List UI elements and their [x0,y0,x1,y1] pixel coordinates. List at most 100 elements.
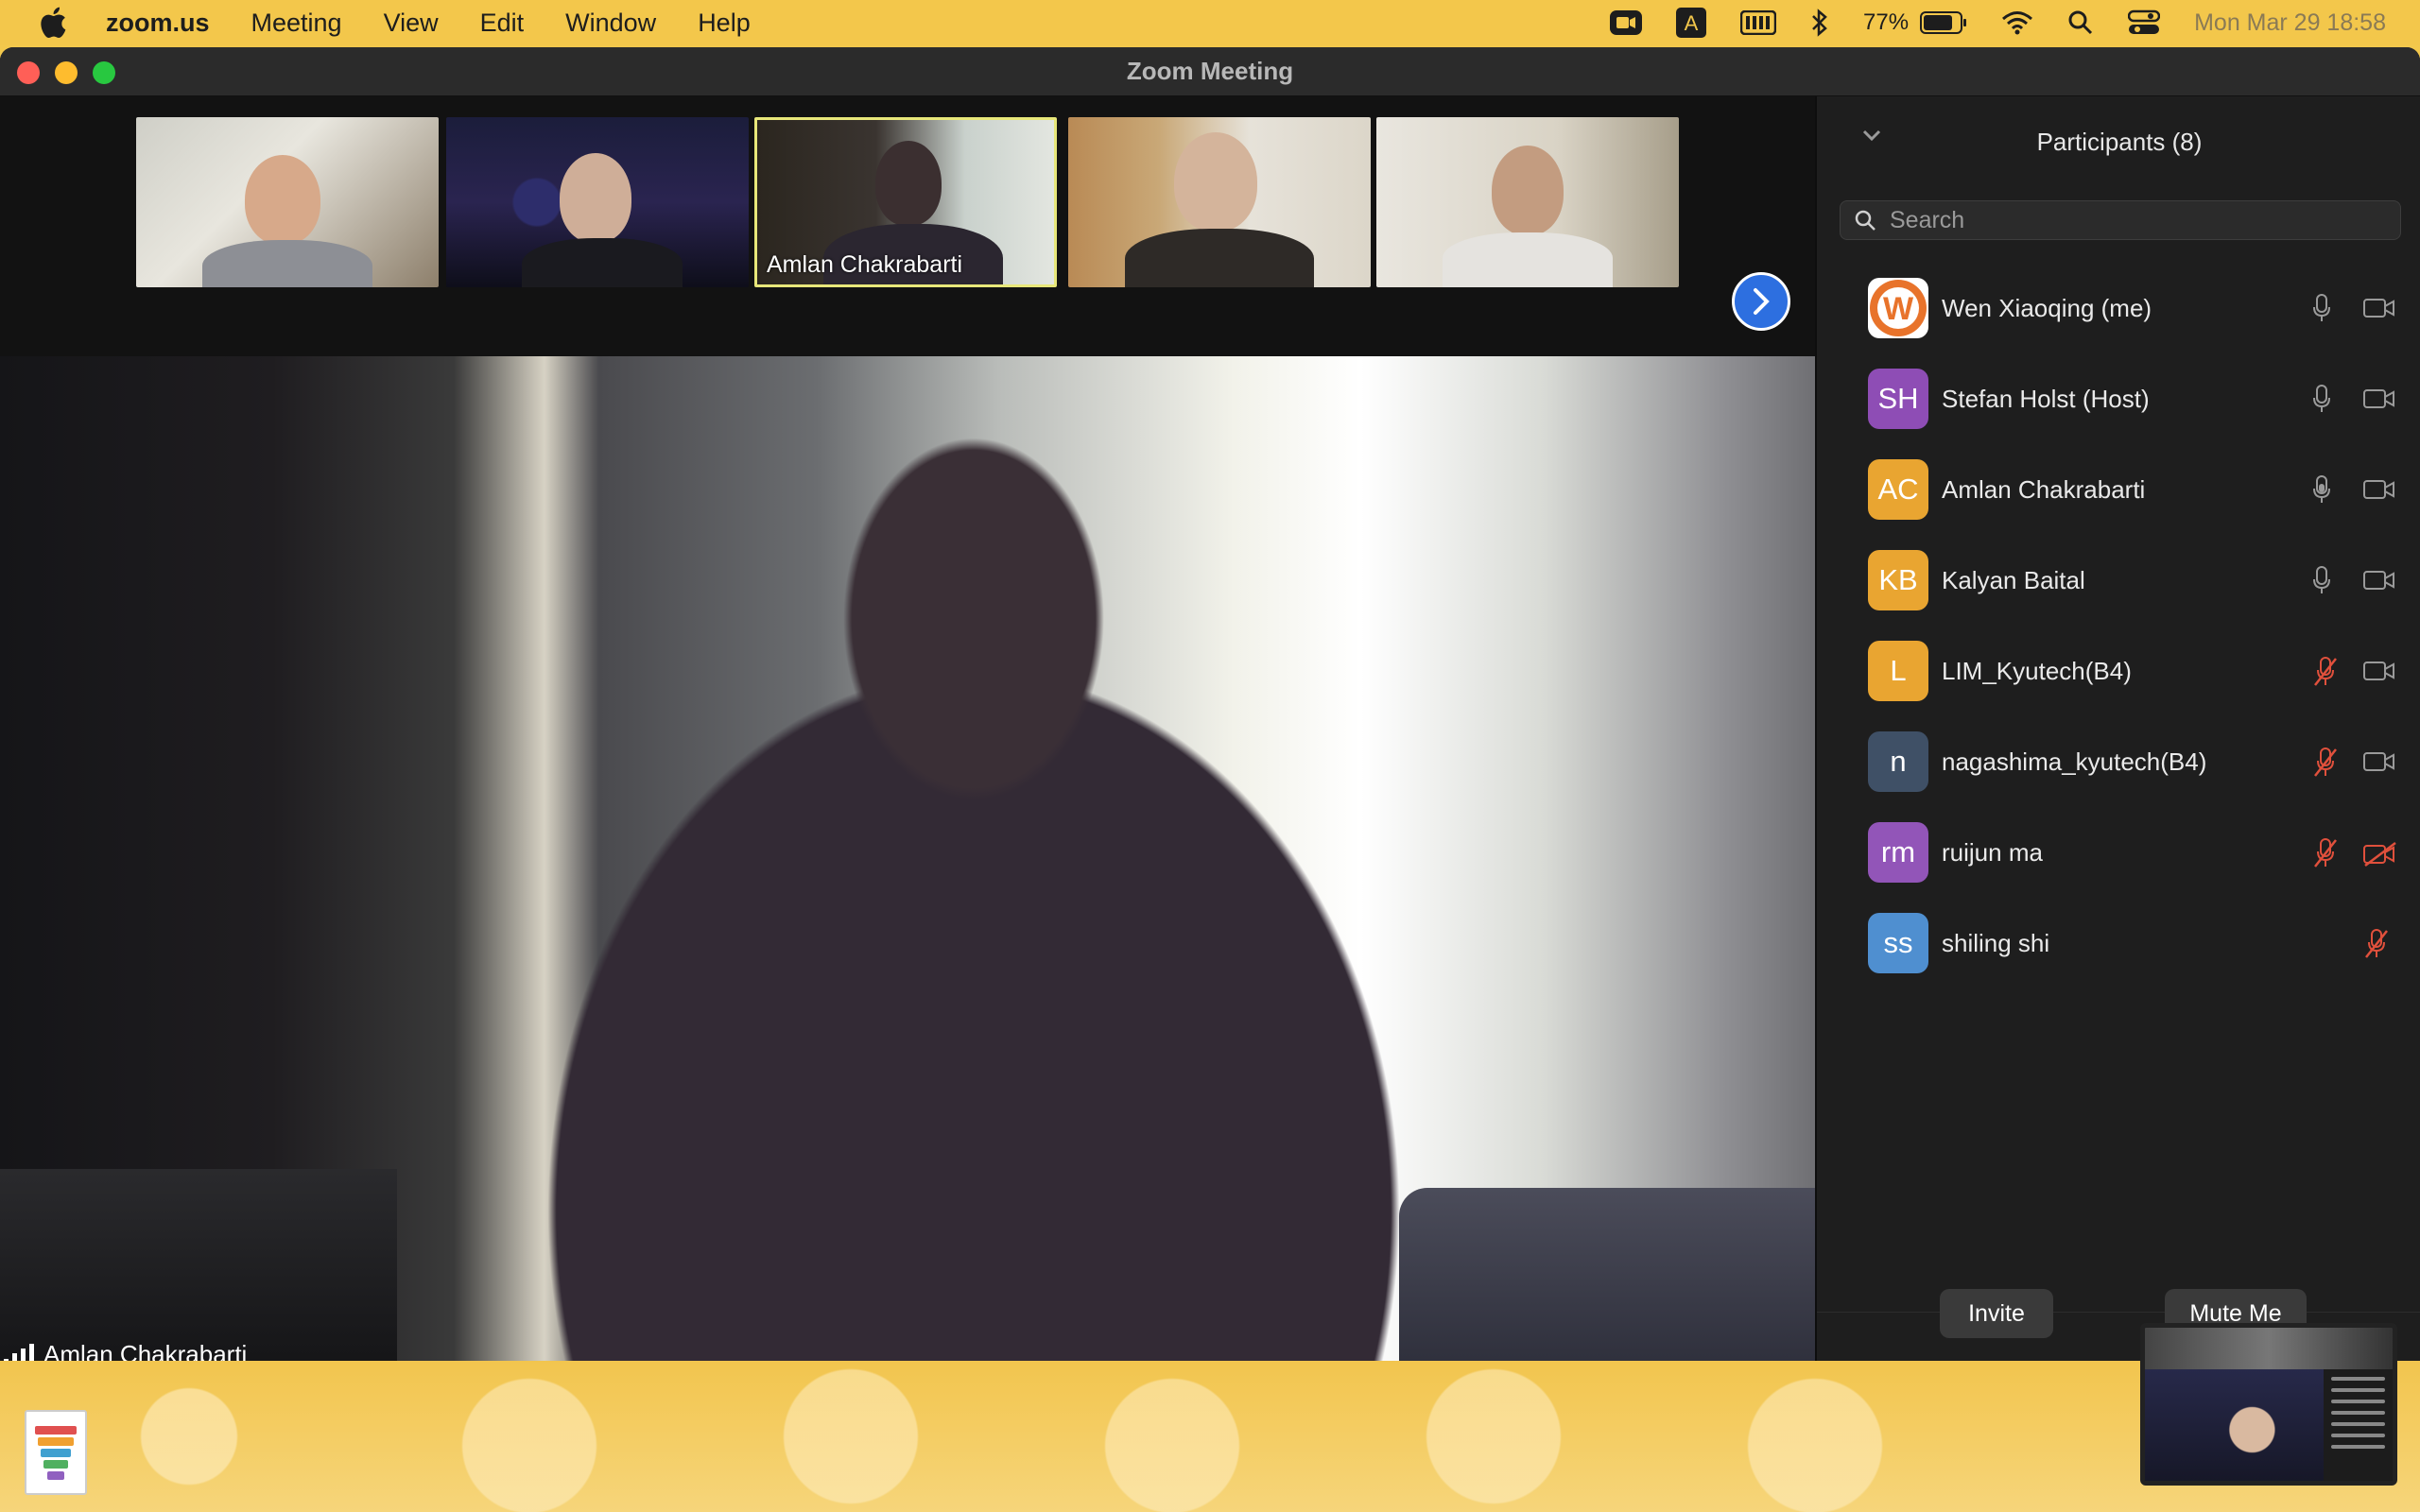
status-area: A 77% Mon Mar 29 18:58 [1610,8,2386,38]
search-input[interactable] [1890,206,2381,234]
fullscreen-window-button[interactable] [93,61,115,84]
participant-body [1443,232,1613,287]
participant-face [875,141,942,226]
video-thumbnail-active[interactable]: Amlan Chakrabarti [754,117,1057,287]
participant-face [1492,146,1564,235]
microphone-muted-icon[interactable] [2312,747,2339,779]
thumbnail-strip: Amlan Chakrabarti [0,96,1815,356]
video-area: Amlan Chakrabarti Amlan Chakrabarti [0,96,1815,1361]
active-speaker-video[interactable] [0,356,1815,1361]
wifi-icon[interactable] [2001,10,2033,35]
participant-search[interactable] [1840,200,2401,240]
menu-window[interactable]: Window [565,9,656,38]
video-camera-icon[interactable] [2363,297,2395,319]
title-bar[interactable]: Zoom Meeting [0,47,2420,96]
battery-icon[interactable] [1920,11,1967,34]
svg-text:W: W [1883,291,1914,327]
close-window-button[interactable] [17,61,40,84]
desktop-file-icon[interactable] [25,1410,87,1495]
microphone-muted-icon[interactable] [2363,928,2390,960]
participant-face [1174,132,1257,232]
speaker-name: Amlan Chakrabarti [43,1340,248,1361]
video-thumbnail[interactable] [1068,117,1371,287]
keyboard-icon[interactable] [1740,10,1777,35]
video-thumbnail[interactable] [136,117,439,287]
control-center-icon[interactable] [2128,9,2161,36]
menu-clock[interactable]: Mon Mar 29 18:58 [2194,9,2386,37]
participant-name: shiling shi [1942,928,2050,957]
file-preview-bar [43,1459,68,1469]
microphone-muted-icon[interactable] [2312,837,2339,869]
minimize-window-button[interactable] [55,61,78,84]
participant-name: Kalyan Baital [1942,565,2085,594]
zoom-status-icon[interactable] [1610,9,1643,37]
participant-row[interactable]: ss shiling shi [1817,898,2420,988]
participant-row[interactable]: L LIM_Kyutech(B4) [1817,626,2420,716]
participant-row[interactable]: W Wen Xiaoqing (me) [1817,263,2420,353]
menu-meeting[interactable]: Meeting [251,9,342,38]
preview-main-video [2145,1369,2324,1481]
participant-body [1125,229,1314,287]
preview-participant-list [2323,1369,2393,1481]
participant-name: Wen Xiaoqing (me) [1942,293,2152,322]
window-controls [17,61,115,84]
avatar: ss [1868,913,1928,973]
chevron-down-icon[interactable] [1860,127,1883,144]
file-preview-bar [41,1448,71,1457]
input-source-icon[interactable]: A [1676,8,1707,38]
invite-button[interactable]: Invite [1940,1289,2053,1338]
bluetooth-icon[interactable] [1810,9,1829,37]
video-camera-icon[interactable] [2363,660,2395,682]
video-thumbnail[interactable] [1376,117,1679,287]
microphone-icon[interactable] [2312,293,2331,323]
floating-video-preview[interactable] [2140,1323,2397,1486]
avatar: AC [1868,459,1928,520]
participant-face [245,155,320,245]
participant-row[interactable]: n nagashima_kyutech(B4) [1817,716,2420,807]
avatar: n [1868,731,1928,792]
video-camera-icon[interactable] [2363,750,2395,773]
file-preview-bar [38,1436,74,1446]
apple-icon[interactable] [36,4,74,42]
speaker-figure [359,432,1588,1361]
menu-help[interactable]: Help [698,9,751,38]
avatar: L [1868,641,1928,701]
thumbnail-name-label: Amlan Chakrabarti [767,251,963,278]
preview-thumbnail-strip [2145,1328,2393,1369]
participant-name: Amlan Chakrabarti [1942,474,2146,504]
menu-bar: zoom.us Meeting View Edit Window Help A … [0,0,2420,45]
participant-row[interactable]: AC Amlan Chakrabarti [1817,444,2420,535]
spotlight-search-icon[interactable] [2067,9,2094,36]
microphone-icon[interactable] [2312,565,2331,595]
chevron-right-icon [1754,288,1770,315]
microphone-icon[interactable] [2312,474,2331,505]
video-camera-icon[interactable] [2363,569,2395,592]
menu-app-name[interactable]: zoom.us [106,9,210,38]
signal-strength-icon [4,1343,34,1361]
participant-row[interactable]: SH Stefan Holst (Host) [1817,353,2420,444]
background-desk [0,1169,397,1361]
microphone-muted-icon[interactable] [2312,656,2339,688]
zoom-window: Zoom Meeting Amlan Chakrabarti Amlan Cha… [0,47,2420,1361]
video-thumbnail[interactable] [446,117,749,287]
participants-title: Participants (8) [2036,127,2203,156]
menu-view[interactable]: View [384,9,439,38]
avatar: W [1868,278,1928,338]
video-camera-icon[interactable] [2363,478,2395,501]
speaker-name-tag: Amlan Chakrabarti [4,1340,247,1361]
participant-row[interactable]: KB Kalyan Baital [1817,535,2420,626]
participants-header: Participants (8) [1817,96,2420,187]
avatar: SH [1868,369,1928,429]
participant-row[interactable]: rm ruijun ma [1817,807,2420,898]
next-page-button[interactable] [1732,272,1790,331]
microphone-icon[interactable] [2312,384,2331,414]
participant-name: ruijun ma [1942,837,2043,867]
file-preview-bar [35,1425,77,1435]
avatar: rm [1868,822,1928,883]
participant-face [560,153,631,243]
participant-name: LIM_Kyutech(B4) [1942,656,2132,685]
video-camera-off-icon[interactable] [2363,841,2397,868]
menu-edit[interactable]: Edit [480,9,525,38]
participant-list: W Wen Xiaoqing (me) SH Stefan Holst (Hos… [1817,263,2420,988]
video-camera-icon[interactable] [2363,387,2395,410]
